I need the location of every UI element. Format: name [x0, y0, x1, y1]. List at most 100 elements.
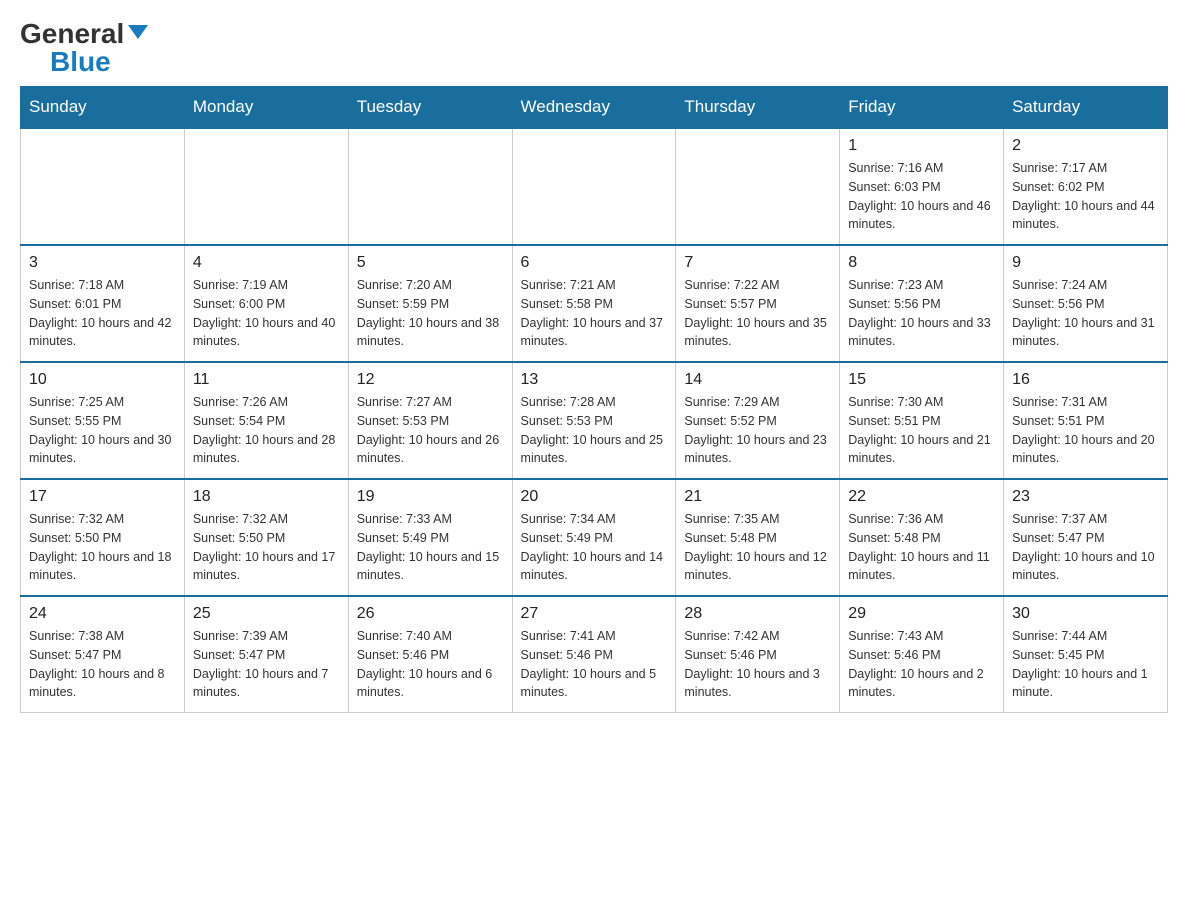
day-info: Sunrise: 7:32 AMSunset: 5:50 PMDaylight:…: [193, 510, 340, 585]
calendar-cell: 9 Sunrise: 7:24 AMSunset: 5:56 PMDaylight…: [1004, 245, 1168, 362]
calendar-cell: 22 Sunrise: 7:36 AMSunset: 5:48 PMDayligh…: [840, 479, 1004, 596]
day-info: Sunrise: 7:23 AMSunset: 5:56 PMDaylight:…: [848, 276, 995, 351]
day-number: 26: [357, 605, 504, 623]
day-number: 21: [684, 488, 831, 506]
calendar-cell: 24 Sunrise: 7:38 AMSunset: 5:47 PMDayligh…: [21, 596, 185, 713]
calendar-cell: 10 Sunrise: 7:25 AMSunset: 5:55 PMDayligh…: [21, 362, 185, 479]
day-number: 1: [848, 137, 995, 155]
day-number: 10: [29, 371, 176, 389]
calendar-cell: [512, 128, 676, 245]
weekday-header-sunday: Sunday: [21, 87, 185, 129]
day-number: 11: [193, 371, 340, 389]
calendar-cell: 30 Sunrise: 7:44 AMSunset: 5:45 PMDayligh…: [1004, 596, 1168, 713]
calendar-cell: 25 Sunrise: 7:39 AMSunset: 5:47 PMDayligh…: [184, 596, 348, 713]
calendar-cell: 26 Sunrise: 7:40 AMSunset: 5:46 PMDayligh…: [348, 596, 512, 713]
week-row-2: 3Sunrise: 7:18 AMSunset: 6:01 PMDaylight…: [21, 245, 1168, 362]
day-number: 20: [521, 488, 668, 506]
weekday-header-friday: Friday: [840, 87, 1004, 129]
page-header: General Blue: [20, 20, 1168, 76]
calendar-cell: 7Sunrise: 7:22 AMSunset: 5:57 PMDaylight…: [676, 245, 840, 362]
calendar-cell: 29Sunrise: 7:43 AMSunset: 5:46 PMDayligh…: [840, 596, 1004, 713]
logo: General Blue: [20, 20, 148, 76]
day-info: Sunrise: 7:44 AMSunset: 5:45 PMDaylight:…: [1012, 627, 1159, 702]
day-info: Sunrise: 7:32 AMSunset: 5:50 PMDaylight:…: [29, 510, 176, 585]
day-info: Sunrise: 7:21 AMSunset: 5:58 PMDaylight:…: [521, 276, 668, 351]
day-number: 24: [29, 605, 176, 623]
day-info: Sunrise: 7:38 AMSunset: 5:47 PMDaylight:…: [29, 627, 176, 702]
calendar-cell: 12 Sunrise: 7:27 AMSunset: 5:53 PMDayligh…: [348, 362, 512, 479]
logo-arrow-icon: [128, 25, 148, 39]
calendar-cell: 11 Sunrise: 7:26 AMSunset: 5:54 PMDayligh…: [184, 362, 348, 479]
calendar-cell: 21 Sunrise: 7:35 AMSunset: 5:48 PMDayligh…: [676, 479, 840, 596]
day-number: 2: [1012, 137, 1159, 155]
calendar-cell: 5 Sunrise: 7:20 AMSunset: 5:59 PMDaylight…: [348, 245, 512, 362]
weekday-header-wednesday: Wednesday: [512, 87, 676, 129]
day-number: 27: [521, 605, 668, 623]
weekday-header-thursday: Thursday: [676, 87, 840, 129]
week-row-3: 10 Sunrise: 7:25 AMSunset: 5:55 PMDayligh…: [21, 362, 1168, 479]
logo-blue-text: Blue: [50, 48, 111, 76]
calendar-cell: 13Sunrise: 7:28 AMSunset: 5:53 PMDayligh…: [512, 362, 676, 479]
calendar-cell: 3Sunrise: 7:18 AMSunset: 6:01 PMDaylight…: [21, 245, 185, 362]
calendar-cell: 4 Sunrise: 7:19 AMSunset: 6:00 PMDaylight…: [184, 245, 348, 362]
day-info: Sunrise: 7:35 AMSunset: 5:48 PMDaylight:…: [684, 510, 831, 585]
week-row-5: 24 Sunrise: 7:38 AMSunset: 5:47 PMDayligh…: [21, 596, 1168, 713]
day-info: Sunrise: 7:26 AMSunset: 5:54 PMDaylight:…: [193, 393, 340, 468]
day-number: 8: [848, 254, 995, 272]
day-info: Sunrise: 7:43 AMSunset: 5:46 PMDaylight:…: [848, 627, 995, 702]
day-info: Sunrise: 7:19 AMSunset: 6:00 PMDaylight:…: [193, 276, 340, 351]
day-number: 17: [29, 488, 176, 506]
day-info: Sunrise: 7:42 AMSunset: 5:46 PMDaylight:…: [684, 627, 831, 702]
day-number: 19: [357, 488, 504, 506]
calendar-cell: 23Sunrise: 7:37 AMSunset: 5:47 PMDayligh…: [1004, 479, 1168, 596]
day-info: Sunrise: 7:25 AMSunset: 5:55 PMDaylight:…: [29, 393, 176, 468]
day-number: 14: [684, 371, 831, 389]
day-number: 28: [684, 605, 831, 623]
weekday-header-tuesday: Tuesday: [348, 87, 512, 129]
day-number: 30: [1012, 605, 1159, 623]
day-number: 5: [357, 254, 504, 272]
day-info: Sunrise: 7:24 AMSunset: 5:56 PMDaylight:…: [1012, 276, 1159, 351]
calendar-cell: 17 Sunrise: 7:32 AMSunset: 5:50 PMDayligh…: [21, 479, 185, 596]
calendar-cell: 28 Sunrise: 7:42 AMSunset: 5:46 PMDayligh…: [676, 596, 840, 713]
calendar-cell: 15Sunrise: 7:30 AMSunset: 5:51 PMDayligh…: [840, 362, 1004, 479]
calendar-cell: 27 Sunrise: 7:41 AMSunset: 5:46 PMDayligh…: [512, 596, 676, 713]
weekday-header-monday: Monday: [184, 87, 348, 129]
calendar-cell: 16Sunrise: 7:31 AMSunset: 5:51 PMDayligh…: [1004, 362, 1168, 479]
day-number: 23: [1012, 488, 1159, 506]
day-info: Sunrise: 7:41 AMSunset: 5:46 PMDaylight:…: [521, 627, 668, 702]
day-info: Sunrise: 7:17 AMSunset: 6:02 PMDaylight:…: [1012, 159, 1159, 234]
calendar-cell: 19 Sunrise: 7:33 AMSunset: 5:49 PMDayligh…: [348, 479, 512, 596]
day-number: 15: [848, 371, 995, 389]
day-number: 9: [1012, 254, 1159, 272]
calendar-cell: 2 Sunrise: 7:17 AMSunset: 6:02 PMDaylight…: [1004, 128, 1168, 245]
day-info: Sunrise: 7:27 AMSunset: 5:53 PMDaylight:…: [357, 393, 504, 468]
day-info: Sunrise: 7:40 AMSunset: 5:46 PMDaylight:…: [357, 627, 504, 702]
day-number: 22: [848, 488, 995, 506]
calendar-cell: [184, 128, 348, 245]
day-number: 12: [357, 371, 504, 389]
calendar-cell: 6 Sunrise: 7:21 AMSunset: 5:58 PMDaylight…: [512, 245, 676, 362]
day-number: 7: [684, 254, 831, 272]
day-number: 6: [521, 254, 668, 272]
day-info: Sunrise: 7:34 AMSunset: 5:49 PMDaylight:…: [521, 510, 668, 585]
calendar-cell: [676, 128, 840, 245]
calendar-cell: 20 Sunrise: 7:34 AMSunset: 5:49 PMDayligh…: [512, 479, 676, 596]
day-number: 25: [193, 605, 340, 623]
day-number: 4: [193, 254, 340, 272]
calendar-cell: 8 Sunrise: 7:23 AMSunset: 5:56 PMDaylight…: [840, 245, 1004, 362]
day-info: Sunrise: 7:33 AMSunset: 5:49 PMDaylight:…: [357, 510, 504, 585]
day-info: Sunrise: 7:16 AMSunset: 6:03 PMDaylight:…: [848, 159, 995, 234]
day-info: Sunrise: 7:20 AMSunset: 5:59 PMDaylight:…: [357, 276, 504, 351]
week-row-1: 1 Sunrise: 7:16 AMSunset: 6:03 PMDaylight…: [21, 128, 1168, 245]
calendar-table: SundayMondayTuesdayWednesdayThursdayFrid…: [20, 86, 1168, 713]
day-info: Sunrise: 7:29 AMSunset: 5:52 PMDaylight:…: [684, 393, 831, 468]
day-info: Sunrise: 7:39 AMSunset: 5:47 PMDaylight:…: [193, 627, 340, 702]
day-info: Sunrise: 7:18 AMSunset: 6:01 PMDaylight:…: [29, 276, 176, 351]
calendar-cell: 1 Sunrise: 7:16 AMSunset: 6:03 PMDaylight…: [840, 128, 1004, 245]
calendar-cell: 18Sunrise: 7:32 AMSunset: 5:50 PMDayligh…: [184, 479, 348, 596]
day-number: 16: [1012, 371, 1159, 389]
calendar-cell: [21, 128, 185, 245]
day-info: Sunrise: 7:36 AMSunset: 5:48 PMDaylight:…: [848, 510, 995, 585]
calendar-cell: [348, 128, 512, 245]
